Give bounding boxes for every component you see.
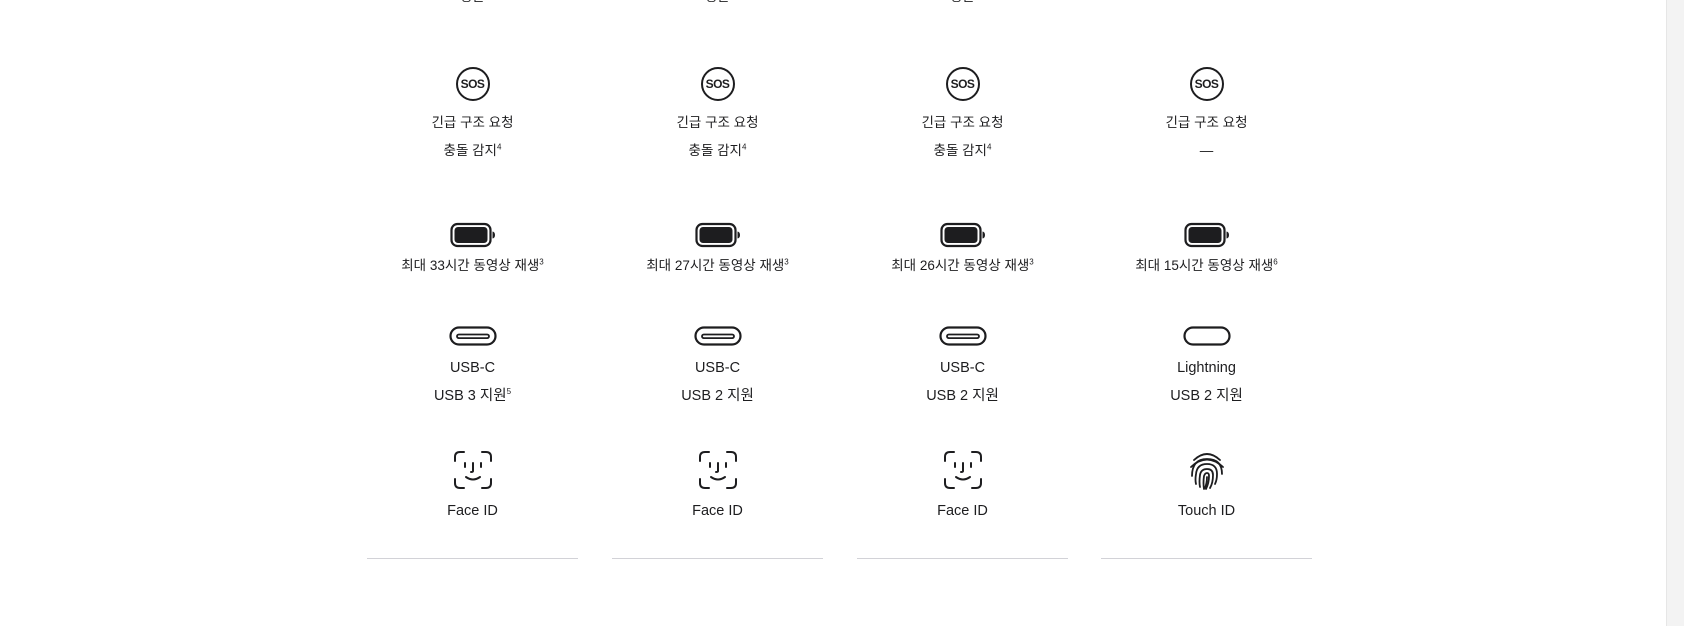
video-playback-label: 최대 15시간 동영상 재생6 bbox=[1135, 257, 1278, 273]
comparison-columns: 충돌 SOS 긴급 구조 요청 충돌 감지4 최대 33시간 동영상 재생3 bbox=[367, 0, 1313, 626]
sos-icon: SOS bbox=[945, 67, 980, 101]
authentication-feature: Face ID bbox=[367, 450, 578, 520]
port-feature: USB-C USB 3 지원5 bbox=[367, 325, 578, 405]
face-id-icon bbox=[698, 451, 737, 489]
battery-icon bbox=[694, 222, 740, 248]
page: 충돌 SOS 긴급 구조 요청 충돌 감지4 최대 33시간 동영상 재생3 bbox=[0, 0, 1684, 626]
face-id-label: Face ID bbox=[692, 503, 743, 519]
port-spec-label: USB 3 지원5 bbox=[433, 387, 512, 404]
video-playback-label: 최대 27시간 동영상 재생3 bbox=[646, 257, 789, 273]
face-id-label: Face ID bbox=[447, 503, 498, 519]
emergency-sos-feature: SOS 긴급 구조 요청 충돌 감지4 bbox=[612, 67, 823, 159]
authentication-feature: Touch ID bbox=[1101, 450, 1312, 520]
emergency-sos-feature: SOS 긴급 구조 요청 — bbox=[1101, 67, 1312, 159]
port-type-label: Lightning bbox=[1177, 360, 1236, 376]
authentication-feature: Face ID bbox=[612, 450, 823, 520]
footnote-ref[interactable]: 3 bbox=[539, 258, 543, 267]
cut-off-text: 충돌 bbox=[857, 0, 1068, 4]
face-id-icon bbox=[453, 451, 492, 489]
column-divider bbox=[857, 558, 1068, 559]
face-id-label: Face ID bbox=[937, 503, 988, 519]
crash-detection-label: — bbox=[1199, 143, 1214, 158]
footnote-ref[interactable]: 4 bbox=[497, 143, 501, 152]
footnote-ref[interactable]: 3 bbox=[1029, 258, 1033, 267]
usb-c-icon bbox=[693, 326, 742, 346]
touch-id-icon bbox=[1189, 453, 1224, 490]
video-playback-label: 최대 33시간 동영상 재생3 bbox=[401, 257, 544, 273]
battery-feature: 최대 15시간 동영상 재생6 bbox=[1101, 222, 1312, 274]
footnote-ref[interactable]: 6 bbox=[1273, 258, 1277, 267]
battery-icon bbox=[449, 222, 495, 248]
emergency-sos-label: 긴급 구조 요청 bbox=[921, 115, 1004, 130]
emergency-sos-label: 긴급 구조 요청 bbox=[676, 115, 759, 130]
footnote-ref[interactable]: 4 bbox=[742, 143, 746, 152]
usb-c-icon bbox=[448, 326, 497, 346]
video-playback-label: 최대 26시간 동영상 재생3 bbox=[891, 257, 1034, 273]
lightning-port-icon bbox=[1182, 326, 1231, 346]
battery-icon bbox=[1183, 222, 1229, 248]
port-feature: USB-C USB 2 지원 bbox=[857, 325, 1068, 405]
cut-off-text: 충돌 bbox=[612, 0, 823, 4]
port-spec-label: USB 2 지원 bbox=[926, 388, 999, 404]
port-type-label: USB-C bbox=[694, 360, 741, 376]
touch-id-label: Touch ID bbox=[1177, 503, 1236, 519]
emergency-sos-label: 긴급 구조 요청 bbox=[1165, 115, 1248, 130]
port-feature: Lightning USB 2 지원 bbox=[1101, 325, 1312, 405]
footnote-ref[interactable]: 4 bbox=[987, 143, 991, 152]
port-feature: USB-C USB 2 지원 bbox=[612, 325, 823, 405]
crash-detection-label: 충돌 감지4 bbox=[688, 142, 747, 158]
port-type-label: USB-C bbox=[939, 360, 986, 376]
model-column-3: 충돌 SOS 긴급 구조 요청 충돌 감지4 최대 26시간 동영상 재생3 bbox=[857, 0, 1068, 626]
sos-icon: SOS bbox=[1189, 67, 1224, 101]
emergency-sos-feature: SOS 긴급 구조 요청 충돌 감지4 bbox=[857, 67, 1068, 159]
emergency-sos-feature: SOS 긴급 구조 요청 충돌 감지4 bbox=[367, 67, 578, 159]
sos-icon: SOS bbox=[455, 67, 490, 101]
battery-feature: 최대 26시간 동영상 재생3 bbox=[857, 222, 1068, 274]
battery-feature: 최대 27시간 동영상 재생3 bbox=[612, 222, 823, 274]
port-type-label: USB-C bbox=[449, 360, 496, 376]
model-column-2: 충돌 SOS 긴급 구조 요청 충돌 감지4 최대 27시간 동영상 재생3 bbox=[612, 0, 823, 626]
cut-off-text: 충돌 bbox=[367, 0, 578, 4]
battery-icon bbox=[939, 222, 985, 248]
port-spec-label: USB 2 지원 bbox=[681, 388, 754, 404]
sos-icon: SOS bbox=[700, 67, 735, 101]
footnote-ref[interactable]: 3 bbox=[784, 258, 788, 267]
emergency-sos-label: 긴급 구조 요청 bbox=[431, 115, 514, 130]
model-column-1: 충돌 SOS 긴급 구조 요청 충돌 감지4 최대 33시간 동영상 재생3 bbox=[367, 0, 578, 626]
usb-c-icon bbox=[938, 326, 987, 346]
column-divider bbox=[367, 558, 578, 559]
vertical-scrollbar[interactable] bbox=[1666, 0, 1684, 626]
column-divider bbox=[1101, 558, 1312, 559]
authentication-feature: Face ID bbox=[857, 450, 1068, 520]
face-id-icon bbox=[943, 451, 982, 489]
port-spec-label: USB 2 지원 bbox=[1170, 388, 1243, 404]
crash-detection-label: 충돌 감지4 bbox=[443, 142, 502, 158]
footnote-ref[interactable]: 5 bbox=[507, 387, 511, 396]
crash-detection-label: 충돌 감지4 bbox=[933, 142, 992, 158]
battery-feature: 최대 33시간 동영상 재생3 bbox=[367, 222, 578, 274]
model-column-4: SOS 긴급 구조 요청 — 최대 15시간 동영상 재생6 Lightning… bbox=[1101, 0, 1312, 626]
column-divider bbox=[612, 558, 823, 559]
